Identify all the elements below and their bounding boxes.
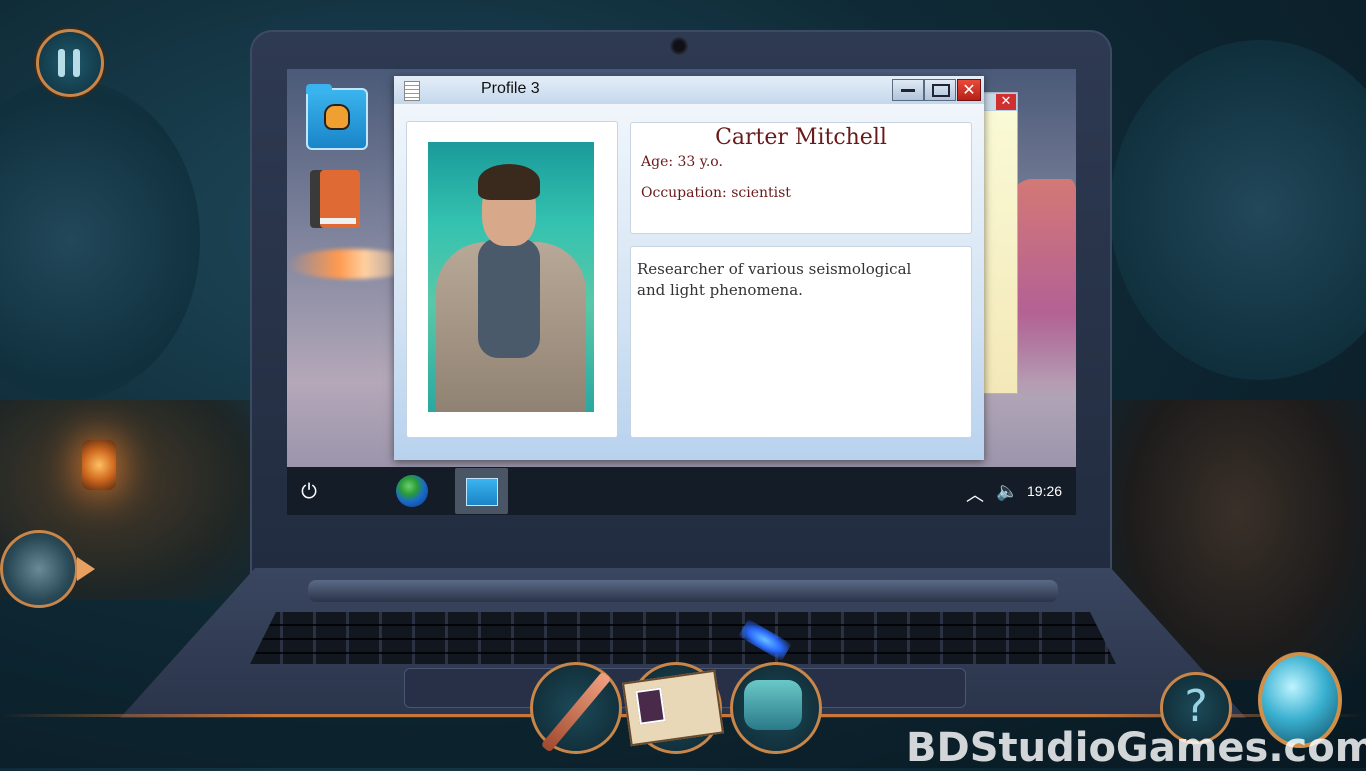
cave-rock — [1110, 40, 1366, 380]
folder-icon — [466, 478, 498, 506]
speaker-icon[interactable]: 🔈 — [996, 481, 1018, 502]
profile-description: Researcher of various seismological and … — [637, 260, 912, 299]
power-icon[interactable]: ⏻ — [298, 480, 320, 502]
map-compass-button[interactable] — [0, 530, 95, 608]
photo-icon — [635, 687, 666, 725]
pause-button[interactable] — [36, 29, 104, 97]
gas-torch-icon — [744, 680, 802, 730]
cave-rock — [0, 80, 200, 400]
maximize-button[interactable] — [924, 79, 956, 101]
book-icon[interactable] — [310, 170, 360, 228]
lantern — [82, 440, 116, 490]
description-card: Researcher of various seismological and … — [630, 246, 972, 438]
photos-notes-icon — [622, 669, 724, 747]
profile-window: Profile 3 ✕ Carter Mitchell Age: 33 y.o.… — [394, 76, 984, 460]
profile-photo — [428, 142, 594, 412]
keyboard — [250, 612, 1116, 664]
laptop-hinge — [308, 580, 1058, 602]
photo-scarf — [478, 238, 540, 358]
globe-icon[interactable] — [396, 475, 428, 507]
info-card: Carter Mitchell Age: 33 y.o. Occupation:… — [630, 122, 972, 234]
folder-tab — [306, 84, 332, 94]
chevron-up-icon[interactable]: ︿ — [966, 481, 984, 507]
folder-icon[interactable] — [306, 84, 368, 150]
close-button[interactable]: ✕ — [957, 79, 981, 101]
window-titlebar[interactable]: Profile 3 ✕ — [394, 76, 984, 104]
photo-hair — [478, 164, 540, 200]
watermark: BDStudioGames.com — [906, 725, 1366, 771]
profile-occupation: Occupation: scientist — [641, 185, 791, 201]
profile-age: Age: 33 y.o. — [641, 154, 723, 170]
book-page — [320, 218, 356, 224]
taskbar-folder-button[interactable] — [455, 468, 508, 514]
window-title: Profile 3 — [481, 80, 540, 97]
document-icon — [404, 81, 420, 101]
background-window-close-button[interactable]: ✕ — [996, 94, 1016, 110]
minimize-button[interactable] — [892, 79, 924, 101]
dog-icon — [324, 104, 350, 130]
webcam — [670, 37, 688, 55]
taskbar-clock: 19:26 — [1027, 483, 1063, 499]
photo-card — [406, 121, 618, 438]
profile-name: Carter Mitchell — [715, 125, 887, 150]
